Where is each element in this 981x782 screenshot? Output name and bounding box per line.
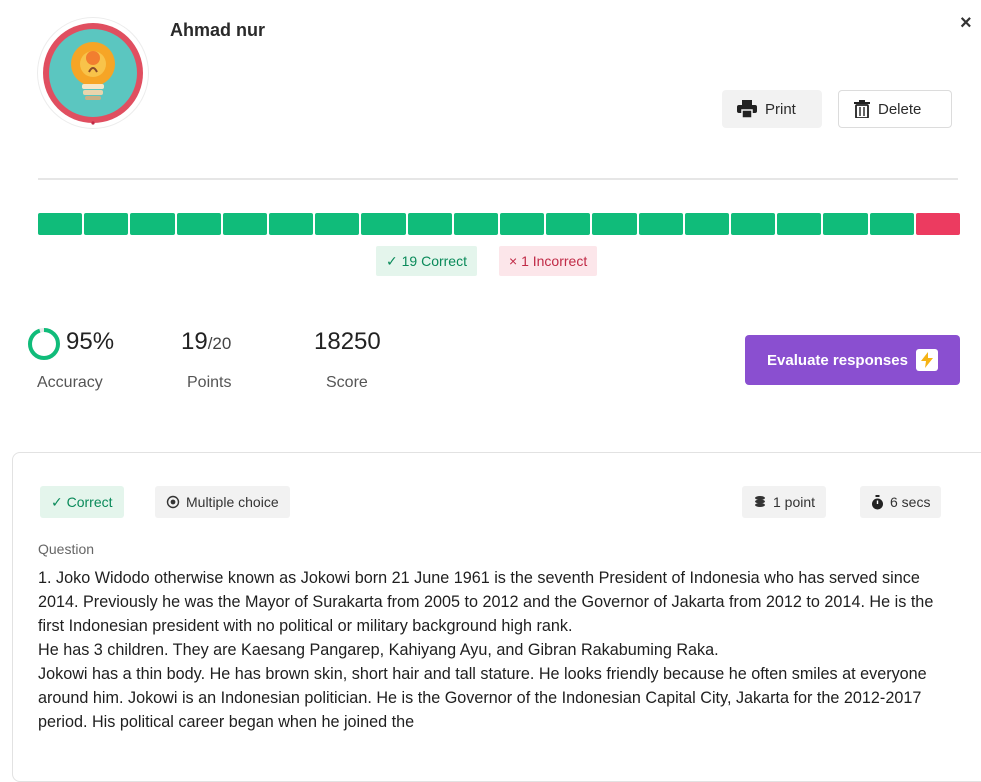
progress-segment-correct <box>546 213 591 235</box>
incorrect-count-chip: × 1 Incorrect <box>499 246 598 276</box>
progress-segment-correct <box>84 213 129 235</box>
user-name: Ahmad nur <box>170 20 266 40</box>
evaluate-label: Evaluate responses <box>767 351 908 369</box>
question-text: 1. Joko Widodo otherwise known as Jokowi… <box>38 566 963 734</box>
answer-progress-bar <box>38 213 961 235</box>
progress-segment-incorrect <box>915 213 961 235</box>
question-time-badge: 6 secs <box>860 486 942 518</box>
points-earned: 19 <box>181 328 208 355</box>
points-label: Points <box>187 374 232 391</box>
progress-segment-correct <box>176 213 221 235</box>
progress-segment-correct <box>684 213 730 235</box>
radio-icon <box>166 495 180 509</box>
delete-button[interactable]: Delete <box>838 90 952 128</box>
delete-label: Delete <box>878 100 922 118</box>
lightbulb-avatar-icon <box>43 23 143 125</box>
question-paragraph: He has 3 children. They are Kaesang Pang… <box>38 641 719 659</box>
accuracy-value: 95% <box>66 328 115 355</box>
progress-segment-correct <box>453 213 499 235</box>
evaluate-responses-button[interactable]: Evaluate responses <box>745 335 960 385</box>
correct-count-chip: ✓ 19 Correct <box>376 246 477 276</box>
coins-icon <box>755 496 765 507</box>
close-button[interactable]: × <box>960 12 972 35</box>
score-label: Score <box>326 374 368 391</box>
stopwatch-icon <box>872 494 883 509</box>
progress-segment-correct <box>777 213 822 235</box>
progress-segment-correct <box>315 213 360 235</box>
accuracy-ring-icon <box>28 328 60 360</box>
header-divider <box>38 178 958 180</box>
question-time-label: 6 secs <box>890 494 931 510</box>
question-heading: Question <box>38 541 95 557</box>
accuracy-label: Accuracy <box>37 374 103 391</box>
progress-segment-correct <box>361 213 406 235</box>
progress-segment-correct <box>500 213 545 235</box>
progress-segment-correct <box>222 213 268 235</box>
printer-icon <box>737 100 757 118</box>
question-points-badge: 1 point <box>742 486 827 518</box>
points-value: 19/20 <box>181 328 231 356</box>
points-total: /20 <box>207 334 232 353</box>
print-button[interactable]: Print <box>722 90 822 128</box>
question-type-label: Multiple choice <box>186 494 279 510</box>
score-value: 18250 <box>314 328 381 355</box>
progress-segment-correct <box>638 213 683 235</box>
progress-segment-correct <box>407 213 452 235</box>
question-status-badge: ✓ Correct <box>40 486 124 518</box>
progress-segment-correct <box>38 213 83 235</box>
bolt-icon <box>915 349 938 371</box>
progress-segment-correct <box>592 213 637 235</box>
progress-segment-correct <box>269 213 314 235</box>
question-paragraph: 1. Joko Widodo otherwise known as Jokowi… <box>38 569 934 635</box>
progress-segment-correct <box>731 213 776 235</box>
question-paragraph: Jokowi has a thin body. He has brown ski… <box>38 665 927 731</box>
question-points-label: 1 point <box>773 494 816 510</box>
print-label: Print <box>765 100 796 118</box>
question-type-badge: Multiple choice <box>155 486 290 518</box>
progress-segment-correct <box>130 213 175 235</box>
progress-segment-correct <box>869 213 914 235</box>
progress-segment-correct <box>823 213 868 235</box>
trash-icon <box>854 100 870 118</box>
